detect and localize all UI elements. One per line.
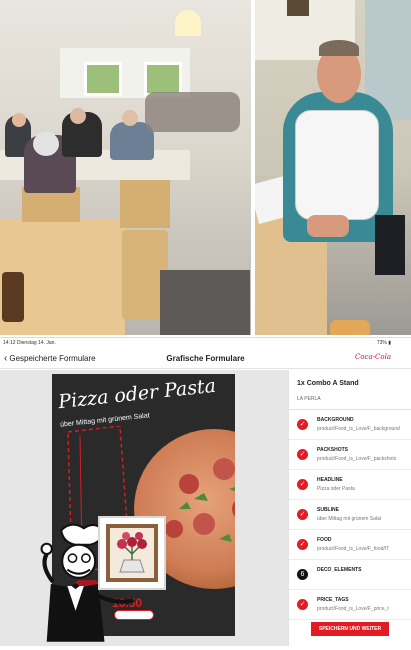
check-icon: ✓ bbox=[297, 479, 308, 490]
poster-preview-area: Pizza oder Pasta über Mittag mit grünem … bbox=[0, 370, 288, 646]
field-title: PRICE_TAGS bbox=[317, 597, 349, 603]
field-value: product/Food_is_Love/F_food/IT bbox=[317, 546, 390, 552]
status-time: 14:12 Dienstag 14. Jan. bbox=[3, 340, 56, 346]
status-time-value: 14:12 bbox=[3, 340, 16, 346]
field-subline[interactable]: ✓ SUBLINE über Mittag mit grünem Salat bbox=[289, 500, 411, 530]
field-title: FOOD bbox=[317, 537, 332, 543]
field-background[interactable]: ✓ BACKGROUND product/Food_is_Love/F_back… bbox=[289, 410, 411, 440]
form-field-list: ✓ BACKGROUND product/Food_is_Love/F_back… bbox=[289, 409, 411, 620]
restaurant-interior-photo bbox=[0, 0, 251, 335]
field-price-tags[interactable]: ✓ PRICE_TAGS product/Food_is_Love/F_pric… bbox=[289, 590, 411, 620]
field-title: DECO_ELEMENTS bbox=[317, 567, 362, 573]
field-headline[interactable]: ✓ HEADLINE Pizza oder Pasta bbox=[289, 470, 411, 500]
check-icon: ✓ bbox=[297, 419, 308, 430]
field-value: über Mittag mit grünem Salat bbox=[317, 516, 382, 522]
status-date: Dienstag 14. Jan. bbox=[16, 340, 56, 346]
poster-headline: Pizza oder Pasta bbox=[57, 374, 217, 414]
combo-title: 1x Combo A Stand bbox=[297, 380, 359, 387]
field-title: PACKSHOTS bbox=[317, 447, 349, 453]
form-side-panel: 1x Combo A Stand LA PERLA ✓ BACKGROUND p… bbox=[288, 370, 411, 646]
field-value: product/Food_is_Love/F_background bbox=[317, 426, 400, 432]
status-bar: 14:12 Dienstag 14. Jan. 73% ▮ bbox=[0, 338, 411, 348]
field-deco-elements[interactable]: 6 DECO_ELEMENTS bbox=[289, 560, 411, 590]
check-icon: ✓ bbox=[297, 599, 308, 610]
battery-value: 73% bbox=[376, 340, 387, 346]
field-value: product/Food_is_Love/F_packshots bbox=[317, 456, 397, 462]
check-icon: ✓ bbox=[297, 539, 308, 550]
save-and-continue-button[interactable]: SPEICHERN UND WEITER bbox=[311, 622, 389, 636]
flower-picture-frame bbox=[98, 516, 166, 590]
guest-with-bib-photo bbox=[255, 0, 411, 335]
field-food[interactable]: ✓ FOOD product/Food_is_Love/F_food/IT bbox=[289, 530, 411, 560]
check-icon: ✓ bbox=[297, 449, 308, 460]
field-value: Pizza oder Pasta bbox=[317, 486, 355, 492]
check-icon: ✓ bbox=[297, 509, 308, 520]
field-title: SUBLINE bbox=[317, 507, 339, 513]
brand-logo: Coca-Cola bbox=[354, 353, 391, 361]
battery-indicator: 73% ▮ bbox=[377, 340, 391, 346]
battery-icon: ▮ bbox=[388, 340, 391, 346]
field-value: product/Food_is_Love/F_price_t bbox=[317, 606, 389, 612]
page-title: Grafische Formulare bbox=[166, 354, 245, 363]
count-badge: 6 bbox=[297, 569, 308, 580]
combo-subtitle: LA PERLA bbox=[297, 396, 321, 402]
field-title: HEADLINE bbox=[317, 477, 343, 483]
ipad-app: 14:12 Dienstag 14. Jan. 73% ▮ ‹ Gespeiche… bbox=[0, 337, 411, 646]
field-packshots[interactable]: ✓ PACKSHOTS product/Food_is_Love/F_packs… bbox=[289, 440, 411, 470]
nav-bar: ‹ Gespeicherte Formulare Grafische Formul… bbox=[0, 349, 411, 369]
field-title: BACKGROUND bbox=[317, 417, 354, 423]
